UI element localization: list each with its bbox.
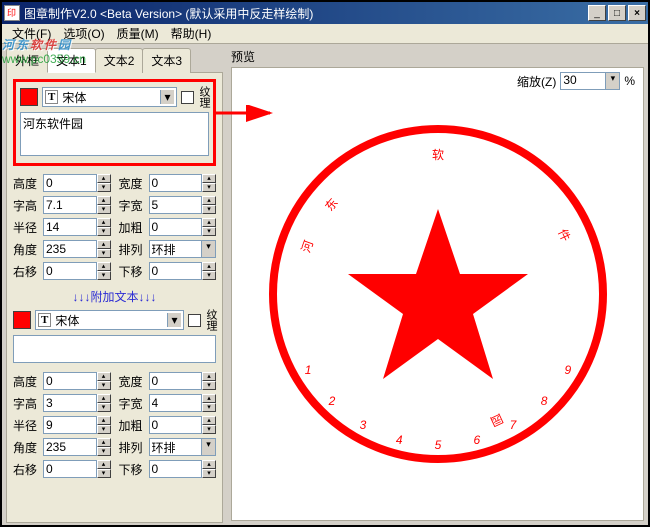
svg-text:6: 6 (473, 433, 480, 447)
field-label: 加粗 (119, 219, 147, 236)
offy-spinner[interactable]: ▴▾ (149, 460, 217, 478)
arrange-select[interactable]: 环排▾ (149, 240, 217, 258)
texture-label: 纹理 (198, 86, 209, 108)
svg-text:软: 软 (431, 148, 443, 162)
svg-text:5: 5 (434, 438, 441, 452)
tab-text3[interactable]: 文本3 (142, 48, 191, 73)
fontW-spinner[interactable]: ▴▾ (149, 394, 217, 412)
color-swatch-2[interactable] (13, 311, 31, 329)
field-label: 字宽 (119, 197, 147, 214)
offx-spinner[interactable]: ▴▾ (43, 460, 111, 478)
maximize-button[interactable]: □ (608, 5, 626, 21)
preview-area: 缩放(Z) 30▾ % 东 软件园 河 1 2 3 4 5 6 7 8 9 (231, 67, 644, 521)
field-label: 字宽 (119, 395, 147, 412)
svg-text:7: 7 (509, 418, 517, 432)
field-label: 字高 (13, 197, 41, 214)
field-label: 右移 (13, 461, 41, 478)
svg-text:3: 3 (359, 418, 366, 432)
radius-spinner[interactable]: ▴▾ (43, 218, 111, 236)
svg-text:东: 东 (322, 196, 340, 214)
field-label: 加粗 (119, 417, 147, 434)
field-label: 半径 (13, 417, 41, 434)
svg-text:9: 9 (564, 363, 571, 377)
font-select[interactable]: T 宋体 ▾ (42, 87, 177, 107)
fontH-spinner[interactable]: ▴▾ (43, 196, 111, 214)
width-spinner[interactable]: ▴▾ (149, 174, 217, 192)
title-bar: 图章制作V2.0 <Beta Version> (默认采用中反走样绘制) _ □… (2, 2, 648, 24)
chevron-down-icon[interactable]: ▾ (160, 90, 174, 104)
menu-quality[interactable]: 质量(M) (111, 23, 165, 44)
tab-text2[interactable]: 文本2 (95, 48, 144, 73)
left-panel: 外框 文本1 文本2 文本3 T 宋体 ▾ 纹理 高度 (2, 44, 227, 525)
chevron-down-icon[interactable]: ▾ (167, 313, 181, 327)
field-label: 角度 (13, 241, 41, 258)
width-spinner[interactable]: ▴▾ (149, 372, 217, 390)
radius-spinner[interactable]: ▴▾ (43, 416, 111, 434)
bold-spinner[interactable]: ▴▾ (149, 416, 217, 434)
fontH-spinner[interactable]: ▴▾ (43, 394, 111, 412)
minimize-button[interactable]: _ (588, 5, 606, 21)
field-label: 排列 (119, 241, 147, 258)
app-icon (4, 5, 20, 21)
svg-text:4: 4 (395, 433, 402, 447)
angle-spinner[interactable]: ▴▾ (43, 240, 111, 258)
fontW-spinner[interactable]: ▴▾ (149, 196, 217, 214)
arrange-select[interactable]: 环排▾ (149, 438, 217, 456)
menu-help[interactable]: 帮助(H) (165, 23, 218, 44)
svg-text:河: 河 (298, 238, 315, 254)
field-label: 高度 (13, 373, 41, 390)
field-label: 排列 (119, 439, 147, 456)
pct-label: % (624, 74, 635, 88)
field-label: 半径 (13, 219, 41, 236)
highlight-box: T 宋体 ▾ 纹理 (13, 79, 216, 166)
tab-text1[interactable]: 文本1 (47, 48, 96, 73)
offy-spinner[interactable]: ▴▾ (149, 262, 217, 280)
field-label: 高度 (13, 175, 41, 192)
menu-options[interactable]: 选项(O) (57, 23, 110, 44)
svg-text:1: 1 (304, 363, 311, 377)
angle-spinner[interactable]: ▴▾ (43, 438, 111, 456)
svg-text:园: 园 (488, 411, 505, 429)
annotation-arrow (215, 105, 275, 135)
text-input-2[interactable] (13, 335, 216, 363)
zoom-label: 缩放(Z) (517, 73, 556, 90)
seal-preview: 东 软件园 河 1 2 3 4 5 6 7 8 9 (263, 119, 613, 469)
close-button[interactable]: × (628, 5, 646, 21)
field-label: 宽度 (119, 373, 147, 390)
right-panel: 预览 缩放(Z) 30▾ % 东 软件园 河 1 2 3 4 5 6 7 8 9 (227, 44, 648, 525)
tab-border[interactable]: 外框 (6, 48, 48, 73)
color-swatch[interactable] (20, 88, 38, 106)
svg-text:8: 8 (540, 394, 547, 408)
bold-spinner[interactable]: ▴▾ (149, 218, 217, 236)
menu-file[interactable]: 文件(F) (6, 23, 57, 44)
font-icon: T (45, 90, 58, 104)
field-label: 下移 (119, 461, 147, 478)
menu-bar: 文件(F) 选项(O) 质量(M) 帮助(H) (2, 24, 648, 44)
field-label: 字高 (13, 395, 41, 412)
attach-heading: ↓↓↓附加文本↓↓↓ (13, 288, 216, 305)
field-label: 角度 (13, 439, 41, 456)
texture-label-2: 纹理 (205, 309, 216, 331)
offx-spinner[interactable]: ▴▾ (43, 262, 111, 280)
text-input[interactable] (20, 112, 209, 156)
height-spinner[interactable]: ▴▾ (43, 372, 111, 390)
svg-text:件: 件 (555, 227, 573, 244)
height-spinner[interactable]: ▴▾ (43, 174, 111, 192)
field-label: 宽度 (119, 175, 147, 192)
zoom-select[interactable]: 30▾ (560, 72, 620, 90)
window-title: 图章制作V2.0 <Beta Version> (默认采用中反走样绘制) (24, 5, 588, 22)
texture-checkbox-2[interactable] (188, 314, 201, 327)
texture-checkbox[interactable] (181, 91, 194, 104)
svg-text:2: 2 (327, 394, 335, 408)
font-icon: T (38, 313, 51, 327)
preview-label: 预览 (231, 48, 644, 65)
field-label: 下移 (119, 263, 147, 280)
field-label: 右移 (13, 263, 41, 280)
font-select-2[interactable]: T 宋体 ▾ (35, 310, 184, 330)
